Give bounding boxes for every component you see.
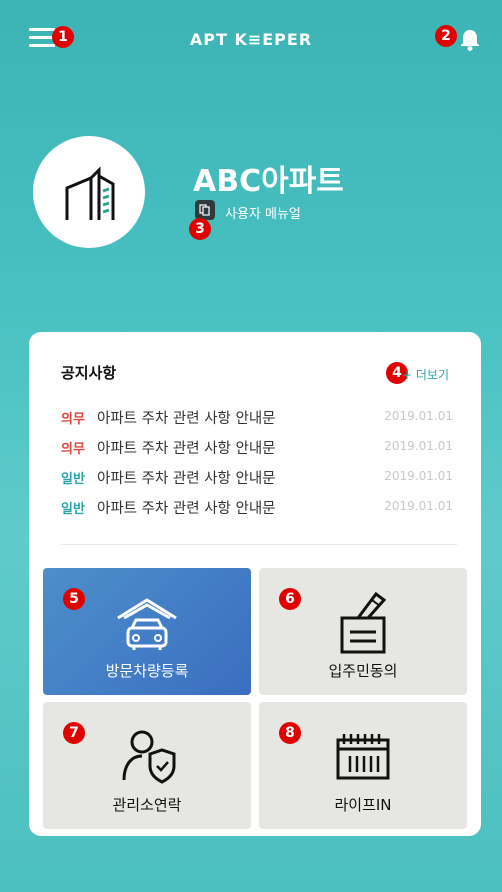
annotation-badge-7: 7 [63,722,85,744]
notice-date: 2019.01.01 [384,409,453,423]
annotation-badge-8: 8 [279,722,301,744]
annotation-badge-3: 3 [189,218,211,240]
divider [61,544,457,545]
notices-title: 공지사항 [61,364,117,382]
annotation-badge-5: 5 [63,588,85,610]
tile-visitor-car[interactable]: 5 방문차량등록 [43,568,251,695]
tile-resident-vote[interactable]: 6 입주민동의 [259,568,467,695]
tile-office-contact[interactable]: 7 관리소연락 [43,702,251,829]
notice-list: 의무 아파트 주차 관련 사항 안내문 2019.01.01 의무 아파트 주차 관련 … [61,408,461,528]
calendar-icon [336,734,390,780]
notice-row[interactable]: 의무 아파트 주차 관련 사항 안내문 2019.01.01 [61,438,461,468]
apartment-name: ABC아파트 [193,164,344,199]
manual-link[interactable]: 사용자 메뉴얼 [225,203,301,222]
notice-tag: 의무 [61,412,85,427]
notice-text: 아파트 주차 관련 사항 안내문 [97,471,276,487]
notice-text: 아파트 주차 관련 사항 안내문 [97,411,276,427]
document-icon [199,204,210,216]
manual-button[interactable] [195,200,215,220]
notice-row[interactable]: 의무 아파트 주차 관련 사항 안내문 2019.01.01 [61,408,461,438]
annotation-badge-6: 6 [279,588,301,610]
notice-row[interactable]: 일반 아파트 주차 관련 사항 안내문 2019.01.01 [61,498,461,528]
notice-tag: 일반 [61,502,85,517]
more-link[interactable]: + 더보기 [402,366,449,383]
notice-date: 2019.01.01 [384,499,453,513]
tile-life-in[interactable]: 8 라이프IN [259,702,467,829]
notice-tag: 일반 [61,472,85,487]
top-bar: 1 APT K≡EPER 2 [7,6,495,66]
tile-label: 라이프IN [334,796,392,814]
tile-label: 방문차량등록 [105,662,189,680]
vote-box-icon [340,591,387,654]
tile-label: 입주민동의 [328,662,398,680]
notice-text: 아파트 주차 관련 사항 안내문 [97,441,276,457]
brand-logo: APT K≡EPER [189,30,313,49]
notice-date: 2019.01.01 [384,439,453,453]
notice-date: 2019.01.01 [384,469,453,483]
notice-tag: 의무 [61,442,85,457]
security-person-icon [122,730,176,784]
notice-text: 아파트 주차 관련 사항 안내문 [97,501,276,517]
annotation-badge-2: 2 [435,25,457,47]
main-card: 공지사항 4 + 더보기 의무 아파트 주차 관련 사항 안내문 2019.01.0… [29,332,481,836]
notification-bell-icon[interactable] [459,28,481,52]
app-screen: 1 APT K≡EPER 2 ABC아파트 3 사용자 메뉴얼 공지사항 4 +… [7,6,495,886]
notice-row[interactable]: 일반 아파트 주차 관련 사항 안내문 2019.01.01 [61,468,461,498]
car-garage-icon [117,598,177,650]
tile-label: 관리소연락 [112,796,182,814]
building-icon [65,166,115,220]
apartment-avatar [33,136,145,248]
